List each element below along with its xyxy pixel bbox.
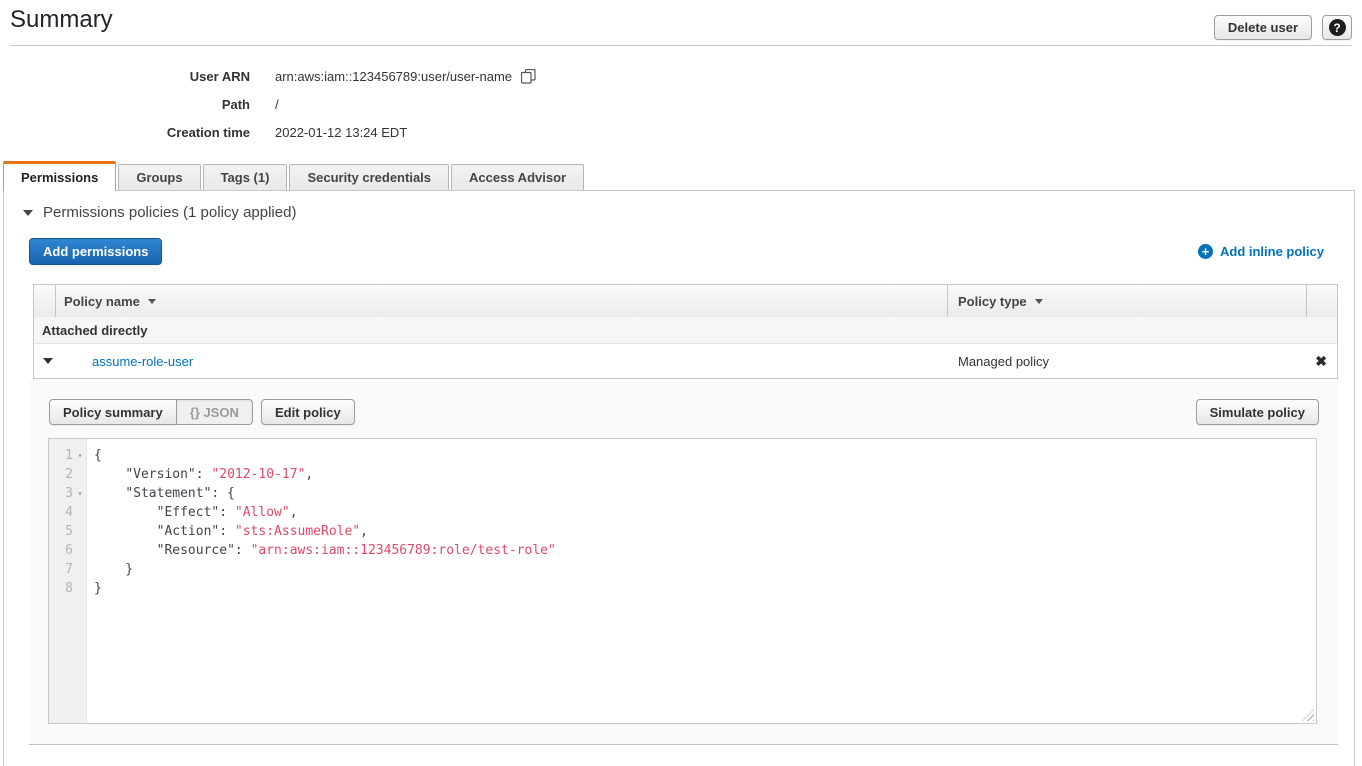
code-line: 8} [49, 579, 1316, 598]
header-divider [10, 45, 1352, 46]
page-title: Summary [10, 6, 113, 34]
line-number: 1 [49, 446, 73, 465]
line-number: 5 [49, 522, 73, 541]
user-details: User ARN arn:aws:iam::123456789:user/use… [10, 62, 536, 146]
fold-caret-icon[interactable]: ▾ [73, 446, 87, 465]
add-inline-policy-label: Add inline policy [1220, 244, 1324, 259]
path-label: Path [10, 97, 250, 112]
code-line: 4 "Effect": "Allow", [49, 503, 1316, 522]
fold-caret-spacer [73, 541, 87, 560]
user-arn-label: User ARN [10, 69, 250, 84]
code-line: 7 } [49, 560, 1316, 579]
tab-tags[interactable]: Tags (1) [203, 164, 288, 190]
tab-bar: Permissions Groups Tags (1) Security cre… [3, 161, 584, 191]
permissions-policies-toggle[interactable]: Permissions policies (1 policy applied) [23, 204, 296, 221]
row-expander-caret-icon[interactable] [43, 358, 53, 364]
policy-view-toggle-group: Policy summary {} JSON [49, 399, 253, 425]
creation-time-value: 2022-01-12 13:24 EDT [275, 125, 407, 140]
add-permissions-button[interactable]: Add permissions [29, 238, 162, 265]
json-view-button[interactable]: {} JSON [177, 399, 253, 425]
help-button[interactable]: ? [1322, 15, 1352, 40]
line-number: 3 [49, 484, 73, 503]
user-arn-value: arn:aws:iam::123456789:user/user-name [275, 69, 512, 84]
expander-column-header [34, 285, 56, 317]
attached-directly-group-row: Attached directly [34, 317, 1337, 344]
fold-caret-spacer [73, 579, 87, 598]
code-line: 6 "Resource": "arn:aws:iam::123456789:ro… [49, 541, 1316, 560]
tab-groups[interactable]: Groups [118, 164, 200, 190]
remove-policy-icon[interactable]: ✖ [1315, 353, 1327, 370]
sort-caret-icon [148, 299, 156, 304]
code-line: 1▾{ [49, 446, 1316, 465]
add-inline-policy-link[interactable]: + Add inline policy [1198, 244, 1324, 259]
policy-name-column-header[interactable]: Policy name [56, 285, 947, 317]
iam-user-summary-page: Summary Delete user ? User ARN arn:aws:i… [0, 0, 1362, 766]
policy-type-cell: Managed policy [958, 354, 1049, 369]
policy-name-header-label: Policy name [64, 294, 140, 309]
fold-caret-spacer [73, 560, 87, 579]
detail-row-user-arn: User ARN arn:aws:iam::123456789:user/use… [10, 62, 536, 90]
help-icon: ? [1329, 19, 1346, 36]
table-row: assume-role-user Managed policy ✖ [34, 344, 1337, 378]
attached-directly-label: Attached directly [42, 323, 147, 338]
permissions-tab-panel: Permissions policies (1 policy applied) … [3, 190, 1355, 766]
line-number: 2 [49, 465, 73, 484]
tab-security-credentials[interactable]: Security credentials [289, 164, 449, 190]
policy-detail-panel: Policy summary {} JSON Edit policy Simul… [29, 379, 1338, 745]
editor-lines: 1▾{2 "Version": "2012-10-17",3▾ "Stateme… [49, 446, 1316, 598]
permissions-policies-title: Permissions policies (1 policy applied) [43, 204, 296, 221]
detail-row-path: Path / [10, 90, 536, 118]
path-value: / [275, 97, 279, 112]
fold-caret-spacer [73, 465, 87, 484]
detail-row-creation-time: Creation time 2022-01-12 13:24 EDT [10, 118, 536, 146]
line-number: 4 [49, 503, 73, 522]
sort-caret-icon [1035, 299, 1043, 304]
code-line: 3▾ "Statement": { [49, 484, 1316, 503]
policies-table: Policy name Policy type Attached directl… [33, 284, 1338, 379]
policy-type-header-label: Policy type [958, 294, 1027, 309]
simulate-policy-button[interactable]: Simulate policy [1196, 399, 1319, 425]
fold-caret-icon[interactable]: ▾ [73, 484, 87, 503]
policy-summary-button[interactable]: Policy summary [49, 399, 177, 425]
tab-access-advisor[interactable]: Access Advisor [451, 164, 584, 190]
editor-resize-handle[interactable] [1302, 709, 1314, 721]
policy-json-editor[interactable]: 1▾{2 "Version": "2012-10-17",3▾ "Stateme… [48, 438, 1317, 724]
edit-policy-button[interactable]: Edit policy [261, 399, 355, 425]
actions-column-header [1306, 285, 1337, 317]
fold-caret-spacer [73, 503, 87, 522]
collapse-caret-icon [23, 210, 33, 216]
copy-arn-icon[interactable] [521, 69, 536, 84]
line-number: 8 [49, 579, 73, 598]
code-line: 2 "Version": "2012-10-17", [49, 465, 1316, 484]
tab-permissions[interactable]: Permissions [3, 161, 116, 191]
delete-user-button[interactable]: Delete user [1214, 15, 1312, 40]
creation-time-label: Creation time [10, 125, 250, 140]
plus-circle-icon: + [1198, 244, 1213, 259]
line-number: 6 [49, 541, 73, 560]
fold-caret-spacer [73, 522, 87, 541]
line-number: 7 [49, 560, 73, 579]
policy-name-link[interactable]: assume-role-user [92, 354, 193, 369]
policies-table-header: Policy name Policy type [34, 285, 1337, 317]
policy-type-column-header[interactable]: Policy type [947, 285, 1306, 317]
code-line: 5 "Action": "sts:AssumeRole", [49, 522, 1316, 541]
